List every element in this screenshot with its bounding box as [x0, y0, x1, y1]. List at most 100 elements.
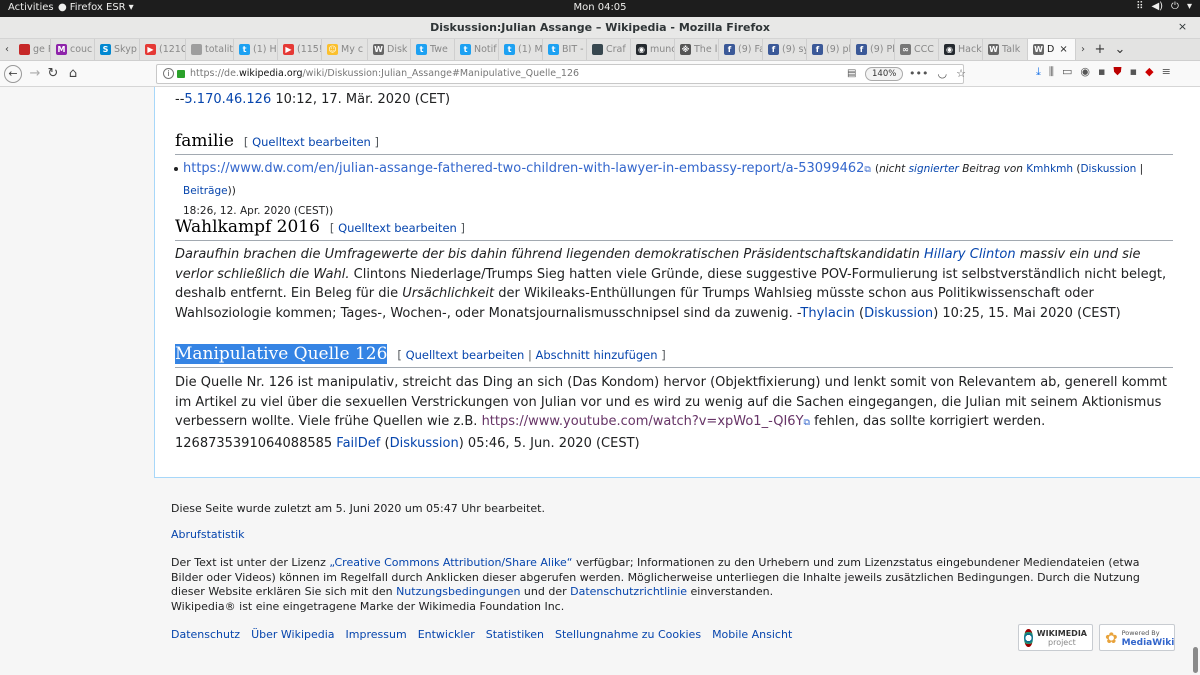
browser-tab[interactable]: totalitär [186, 39, 234, 60]
extension-icon[interactable]: ▪ [1130, 65, 1137, 79]
external-link[interactable]: https://www.youtube.com/watch?v=xpWo1_-Q… [482, 414, 804, 429]
tab-label: Disk [387, 44, 408, 55]
footer-link-entwickler[interactable]: Entwickler [418, 628, 475, 641]
footer-link-mobile[interactable]: Mobile Ansicht [712, 628, 792, 641]
ublock-icon[interactable]: ⛊ [1113, 65, 1121, 79]
tab-label: (9) sy [782, 44, 807, 55]
footer-link-cookies[interactable]: Stellungnahme zu Cookies [555, 628, 701, 641]
terms-link[interactable]: Nutzungsbedingungen [396, 585, 520, 598]
browser-tab[interactable]: f (9) Fa [719, 39, 763, 60]
signierter-link[interactable]: signierter [909, 163, 959, 175]
lock-icon[interactable] [177, 70, 185, 78]
tab-label: couc [70, 44, 93, 55]
footer-link-impressum[interactable]: Impressum [346, 628, 407, 641]
talk-link[interactable]: Diskussion [864, 306, 933, 321]
reader-view-icon[interactable]: ▤ [847, 68, 856, 79]
browser-tab[interactable]: t (1) M [499, 39, 543, 60]
external-link[interactable]: https://www.dw.com/en/julian-assange-fat… [183, 161, 864, 176]
browser-tab[interactable]: t BIT - [543, 39, 587, 60]
talk-link[interactable]: Diskussion [390, 436, 459, 451]
home-button[interactable]: ⌂ [66, 64, 80, 84]
browser-tab[interactable]: ◉ munc [631, 39, 675, 60]
browser-tab[interactable]: Mcouc [51, 39, 95, 60]
browser-tab[interactable]: ※ The l [675, 39, 719, 60]
favicon-icon: t [416, 44, 427, 55]
external-link-icon: ⧉ [864, 165, 871, 175]
stats-link[interactable]: Abrufstatistik [171, 528, 245, 541]
browser-tab[interactable]: ge Red [14, 39, 51, 60]
favicon-icon: M [56, 44, 67, 55]
vertical-scrollbar[interactable] [1193, 647, 1198, 673]
browser-tab[interactable]: W Talk [983, 39, 1028, 60]
favicon-icon: W [1033, 44, 1044, 55]
zoom-indicator[interactable]: 140% [865, 67, 904, 81]
downloads-icon[interactable]: ⤓ [1036, 65, 1041, 79]
footer-stats-link[interactable]: Abrufstatistik [171, 528, 1171, 541]
url-text[interactable]: https://de.wikipedia.org/wiki/Diskussion… [190, 68, 579, 79]
window-titlebar[interactable]: Diskussion:Julian Assange – Wikipedia - … [0, 17, 1200, 39]
user-link[interactable]: Kmhkmh [1026, 163, 1073, 175]
privacy-policy-link[interactable]: Datenschutzrichtlinie [570, 585, 687, 598]
new-tab-button[interactable]: + [1090, 42, 1110, 57]
reload-button[interactable]: ↻ [46, 64, 60, 84]
browser-tab[interactable]: t Notif [455, 39, 499, 60]
article-body: --5.170.46.126 10:12, 17. Mär. 2020 (CET… [154, 87, 1200, 478]
wikimedia-badge[interactable]: WIKIMEDIA project [1018, 624, 1093, 651]
favicon-icon: t [460, 44, 471, 55]
info-icon[interactable]: i [163, 68, 174, 79]
pocket-icon[interactable]: ◡ [937, 67, 947, 80]
forward-button[interactable]: → [28, 64, 42, 84]
license-link[interactable]: „Creative Commons Attribution/Share Alik… [329, 556, 572, 569]
browser-tab[interactable]: W D × [1028, 39, 1076, 60]
browser-tab[interactable]: t(1) Ha [234, 39, 278, 60]
tab-close-button[interactable]: × [1059, 44, 1067, 55]
user-link[interactable]: Thylacin [800, 306, 854, 321]
browser-tab[interactable]: f (9) Pl [851, 39, 895, 60]
article-link[interactable]: Hillary Clinton [924, 247, 1016, 262]
section-title: Wahlkampf 2016 [175, 217, 320, 237]
talk-link[interactable]: Diskussion [1080, 163, 1136, 175]
tab-scroll-right-button[interactable]: › [1076, 44, 1090, 55]
contribs-link[interactable]: Beiträge [183, 185, 228, 197]
browser-tab[interactable]: ◉ Hack [939, 39, 983, 60]
add-section-link[interactable]: Abschnitt hinzufügen [536, 348, 658, 362]
extension-icon[interactable]: ◆ [1145, 65, 1153, 79]
account-icon[interactable]: ◉ [1080, 65, 1090, 79]
window-close-button[interactable]: × [1175, 20, 1190, 35]
browser-tab[interactable]: ▶ (121C [140, 39, 186, 60]
extension-icon[interactable]: ▪ [1098, 65, 1105, 79]
system-tray[interactable]: ⠿ ◀) ⏻ ▾ [1136, 1, 1192, 12]
sidebar-icon[interactable]: ▭ [1062, 65, 1072, 79]
browser-tab[interactable]: Craf [587, 39, 631, 60]
library-icon[interactable]: ⫼ [1049, 65, 1054, 79]
browser-tab[interactable]: ☺ My c [322, 39, 368, 60]
menu-icon[interactable]: ≡ [1162, 65, 1171, 79]
browser-tab[interactable]: f (9) pl [807, 39, 851, 60]
browser-tab[interactable]: f (9) sy [763, 39, 807, 60]
edit-source-link[interactable]: Quelltext bearbeiten [406, 348, 525, 362]
user-link[interactable]: FailDef [336, 436, 380, 451]
edit-source-link[interactable]: Quelltext bearbeiten [252, 135, 371, 149]
browser-tab[interactable]: t Twe [411, 39, 455, 60]
tab-scroll-left-button[interactable]: ‹ [0, 44, 14, 55]
page-actions-icon[interactable]: ••• [909, 67, 928, 80]
edit-source-link[interactable]: Quelltext bearbeiten [338, 221, 457, 235]
tab-label: (115! [297, 44, 322, 55]
footer-link-ueber[interactable]: Über Wikipedia [251, 628, 334, 641]
browser-tab[interactable]: ▶ (115! [278, 39, 322, 60]
navigation-toolbar: ← → ↻ ⌂ i https://de.wikipedia.org/wiki/… [0, 61, 1200, 87]
browser-tab[interactable]: W Disk [368, 39, 411, 60]
favicon-icon: ※ [680, 44, 691, 55]
url-bar[interactable]: i https://de.wikipedia.org/wiki/Diskussi… [156, 64, 966, 84]
mediawiki-badge[interactable]: ✿ Powered By MediaWiki [1099, 624, 1175, 651]
clock[interactable]: Mon 04:05 [0, 2, 1200, 13]
footer-link-statistiken[interactable]: Statistiken [486, 628, 544, 641]
favicon-icon: ☺ [327, 44, 338, 55]
browser-tab[interactable]: S Skyp [95, 39, 140, 60]
footer-link-datenschutz[interactable]: Datenschutz [171, 628, 240, 641]
browser-tab[interactable]: ∞ CCC [895, 39, 939, 60]
ip-link[interactable]: 5.170.46.126 [184, 92, 271, 107]
back-button[interactable]: ← [4, 65, 22, 83]
bookmark-star-icon[interactable]: ☆ [956, 67, 966, 80]
tab-list-button[interactable]: ⌄ [1110, 42, 1130, 57]
